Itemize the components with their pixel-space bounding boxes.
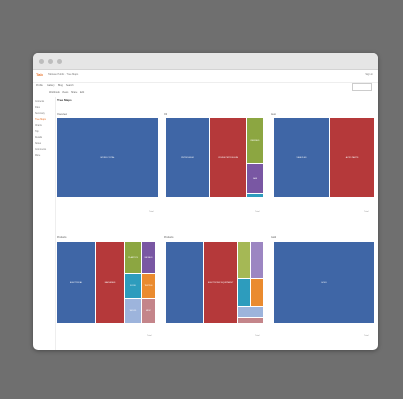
- sidebar-item-charts[interactable]: Charts: [35, 125, 42, 127]
- panel-label: Gold: [271, 236, 277, 239]
- app-header: Tab Tableau Public · Tree Maps Sign in: [33, 70, 378, 83]
- sidebar-item-tree-maps[interactable]: Tree Maps: [35, 119, 46, 121]
- menu-item-search[interactable]: Search: [66, 84, 74, 87]
- treemap-tile[interactable]: ELECTRICAL: [57, 242, 95, 323]
- app-logo[interactable]: Tab: [36, 72, 43, 77]
- minimize-window-icon[interactable]: [48, 59, 53, 64]
- treemap-tile[interactable]: MISC: [142, 299, 155, 323]
- panel-footer: Total: [255, 211, 260, 213]
- treemap-tile[interactable]: [238, 242, 250, 278]
- treemap-tile[interactable]: FOOD: [125, 274, 141, 298]
- treemap-tile[interactable]: [166, 242, 203, 323]
- treemap-tile[interactable]: [251, 279, 263, 306]
- close-window-icon[interactable]: [39, 59, 44, 64]
- app-title: Tableau Public · Tree Maps: [48, 73, 79, 76]
- toolbar-workbook[interactable]: Workbook: [49, 91, 60, 94]
- panel-footer: Total: [147, 335, 152, 337]
- menu-item-blog[interactable]: Blog: [58, 84, 63, 87]
- panel-footer: Total: [364, 211, 369, 213]
- panel-label: Auto: [271, 113, 276, 116]
- toolbar-share[interactable]: Share: [71, 91, 77, 94]
- treemap-tile[interactable]: GAS: [247, 164, 263, 193]
- treemap-tile[interactable]: MACHINES: [96, 242, 124, 323]
- treemap-tile[interactable]: GOLD: [274, 242, 374, 323]
- sidebar-item-files[interactable]: Files: [35, 107, 40, 109]
- treemap-tile[interactable]: ELECTRONIC EQUIPMENT: [204, 242, 237, 323]
- panel-label: Oil: [164, 113, 167, 116]
- panel-label: Products: [57, 236, 67, 239]
- sidebar-item-notes[interactable]: Notes: [35, 143, 41, 145]
- maximize-window-icon[interactable]: [57, 59, 62, 64]
- browser-window: Tab Tableau Public · Tree Maps Sign in P…: [33, 53, 378, 350]
- toolbar-views[interactable]: Views: [62, 91, 68, 94]
- panel-footer: Total: [149, 211, 154, 213]
- treemap-tile[interactable]: VEHICLES: [274, 118, 329, 197]
- treemap-tile[interactable]: CRUDE PETROLEUM: [210, 118, 246, 197]
- treemap-tile[interactable]: METALS: [142, 242, 155, 273]
- treemap-tile[interactable]: PETROLEUM: [166, 118, 209, 197]
- treemap-tile[interactable]: [251, 242, 263, 278]
- sidebar-nav: Contents Files Summary Tree Maps Charts …: [33, 97, 56, 350]
- sidebar-item-comments[interactable]: Comments: [35, 149, 46, 151]
- sidebar-item-contents[interactable]: Contents: [35, 101, 44, 103]
- treemap-tile[interactable]: REFINED: [247, 118, 263, 163]
- treemap-tile[interactable]: PLASTICS: [125, 242, 141, 273]
- treemap-tile[interactable]: AUTO PARTS: [330, 118, 374, 197]
- sign-in-link[interactable]: Sign in: [365, 73, 373, 76]
- treemap-tile[interactable]: [238, 318, 263, 323]
- page-title: Tree Maps: [57, 98, 72, 102]
- sidebar-item-more[interactable]: More: [35, 155, 40, 157]
- main-menu: Profile Gallery Blog Search: [33, 83, 378, 91]
- panel-footer: Total: [255, 335, 260, 337]
- menu-item-profile[interactable]: Profile: [36, 84, 43, 87]
- toolbar-edit[interactable]: Edit: [80, 91, 84, 94]
- panel-label: Products: [164, 236, 174, 239]
- sidebar-item-summary[interactable]: Summary: [35, 113, 45, 115]
- treemap-tile[interactable]: WOOD: [125, 299, 141, 323]
- panel-label: Overview: [57, 113, 67, 116]
- treemap-tile[interactable]: [238, 279, 250, 306]
- sidebar-item-details[interactable]: Details: [35, 137, 42, 139]
- treemap-tile[interactable]: [247, 194, 263, 197]
- treemap-tile[interactable]: WORLD TOTAL: [57, 118, 158, 197]
- search-input[interactable]: [352, 83, 372, 91]
- treemap-tile[interactable]: [238, 307, 263, 317]
- sidebar-item-top[interactable]: Top: [35, 131, 39, 133]
- panel-footer: Total: [364, 335, 369, 337]
- treemap-tile[interactable]: TEXTILE: [142, 274, 155, 298]
- window-titlebar: [33, 53, 378, 70]
- menu-item-gallery[interactable]: Gallery: [47, 84, 55, 87]
